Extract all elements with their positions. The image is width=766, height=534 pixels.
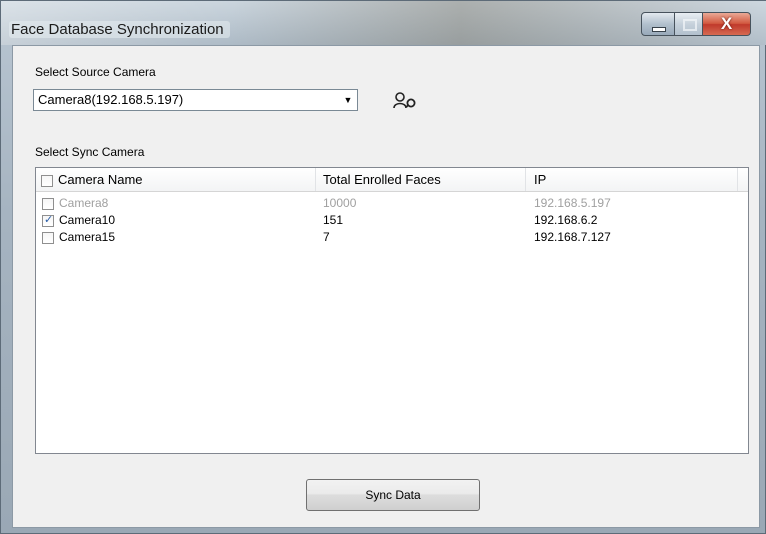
column-header-total-faces[interactable]: Total Enrolled Faces bbox=[316, 168, 526, 191]
row-checkbox[interactable] bbox=[42, 212, 54, 229]
camera-name: Camera8 bbox=[59, 196, 109, 210]
column-header-label: Camera Name bbox=[58, 172, 143, 187]
caption-buttons: X bbox=[641, 12, 751, 38]
face-search-icon[interactable] bbox=[393, 90, 417, 110]
total-faces-cell: 10000 bbox=[323, 196, 357, 210]
table-row[interactable]: Camera10 151 192.168.6.2 bbox=[36, 212, 748, 229]
camera-name: Camera15 bbox=[59, 230, 116, 244]
total-faces-cell: 151 bbox=[323, 213, 344, 227]
ip-cell: 192.168.6.2 bbox=[534, 213, 598, 227]
column-header-camera-name[interactable]: Camera Name bbox=[36, 168, 316, 191]
close-button[interactable]: X bbox=[703, 12, 751, 36]
dialog-window: Face Database Synchronization X Select S… bbox=[0, 0, 766, 534]
sync-camera-label: Select Sync Camera bbox=[35, 145, 145, 159]
camera-name: Camera10 bbox=[59, 213, 116, 227]
window-title: Face Database Synchronization bbox=[9, 21, 230, 38]
camera-name-cell: Camera15 bbox=[42, 229, 115, 246]
select-all-checkbox[interactable] bbox=[41, 174, 53, 187]
source-camera-value: Camera8(192.168.5.197) bbox=[38, 92, 184, 107]
ip-cell: 192.168.5.197 bbox=[534, 196, 611, 210]
sync-camera-list[interactable]: Camera Name Total Enrolled Faces IP Came… bbox=[35, 167, 749, 454]
dropdown-arrow-icon[interactable]: ▼ bbox=[339, 90, 357, 110]
maximize-button[interactable] bbox=[675, 12, 703, 36]
source-camera-select[interactable]: Camera8(192.168.5.197) ▼ bbox=[33, 89, 358, 111]
row-checkbox[interactable] bbox=[42, 197, 54, 210]
table-row[interactable]: Camera8 10000 192.168.5.197 bbox=[36, 195, 748, 212]
title-bar[interactable]: Face Database Synchronization X bbox=[1, 1, 766, 45]
row-checkbox[interactable] bbox=[42, 231, 54, 244]
column-header-ip[interactable]: IP bbox=[526, 168, 738, 191]
camera-name-cell: Camera8 bbox=[42, 195, 108, 212]
source-camera-label: Select Source Camera bbox=[35, 65, 156, 79]
ip-cell: 192.168.7.127 bbox=[534, 230, 611, 244]
dialog-body: Select Source Camera Camera8(192.168.5.1… bbox=[12, 45, 760, 528]
list-header: Camera Name Total Enrolled Faces IP bbox=[36, 168, 748, 192]
minimize-button[interactable] bbox=[641, 12, 675, 36]
camera-name-cell: Camera10 bbox=[42, 212, 115, 229]
sync-data-button[interactable]: Sync Data bbox=[306, 479, 480, 511]
total-faces-cell: 7 bbox=[323, 230, 330, 244]
table-row[interactable]: Camera15 7 192.168.7.127 bbox=[36, 229, 748, 246]
